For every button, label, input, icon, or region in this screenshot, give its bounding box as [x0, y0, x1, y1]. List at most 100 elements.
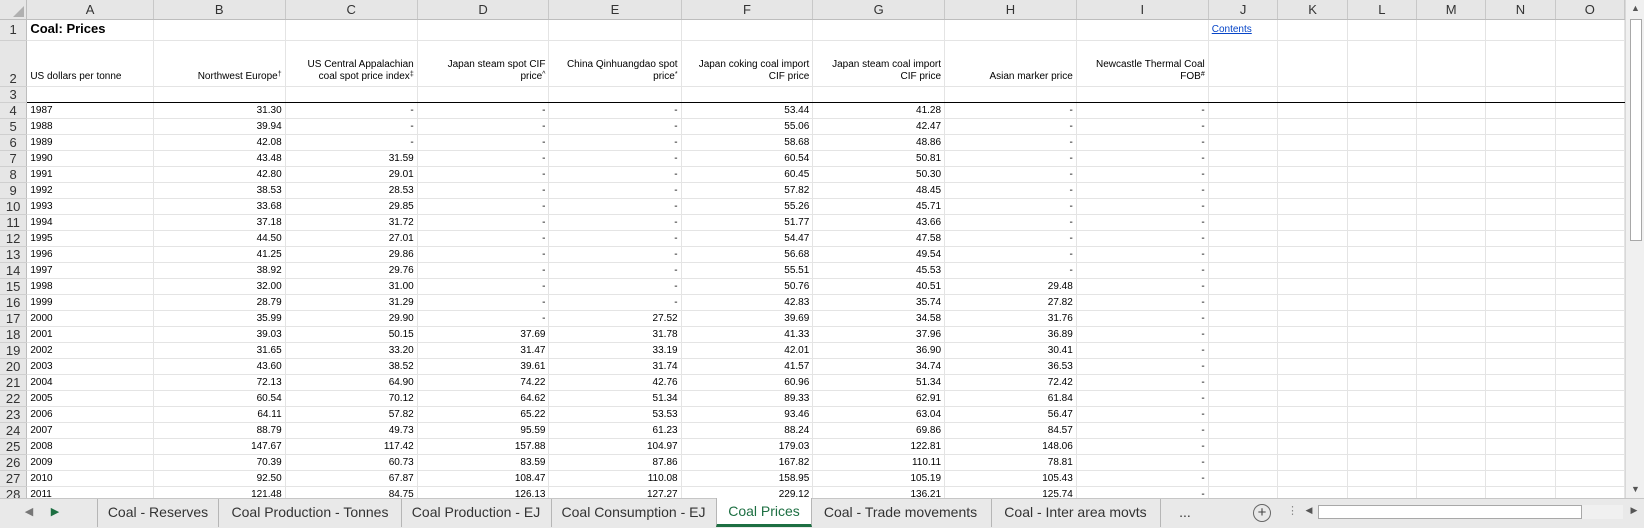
value-cell[interactable]: 70.39: [153, 454, 286, 471]
empty-cell[interactable]: [1347, 150, 1417, 167]
empty-cell[interactable]: [1208, 310, 1279, 327]
row-header[interactable]: 10: [0, 198, 28, 215]
value-cell[interactable]: -: [944, 214, 1077, 231]
empty-cell[interactable]: [1208, 390, 1279, 407]
empty-cell[interactable]: [1277, 246, 1348, 263]
empty-cell[interactable]: [1347, 118, 1417, 135]
empty-cell[interactable]: [1416, 422, 1487, 439]
value-cell[interactable]: 42.76: [548, 374, 682, 391]
value-cell[interactable]: 84.75: [285, 486, 418, 498]
empty-cell[interactable]: [1555, 166, 1625, 183]
empty-cell[interactable]: [1277, 262, 1348, 279]
year-cell[interactable]: 1994: [26, 214, 154, 231]
row-header[interactable]: 15: [0, 278, 28, 295]
value-cell[interactable]: -: [548, 102, 682, 119]
empty-cell[interactable]: [1416, 310, 1487, 327]
value-cell[interactable]: 29.01: [285, 166, 418, 183]
value-cell[interactable]: 51.34: [812, 374, 946, 391]
value-cell[interactable]: -: [1076, 294, 1209, 311]
empty-cell[interactable]: [1208, 198, 1279, 215]
empty-cell[interactable]: [1416, 230, 1487, 247]
empty-cell[interactable]: [1485, 358, 1556, 375]
empty-cell[interactable]: [1416, 134, 1487, 151]
value-cell[interactable]: -: [1076, 246, 1209, 263]
value-cell[interactable]: 43.60: [153, 358, 286, 375]
value-cell[interactable]: -: [1076, 422, 1209, 439]
year-cell[interactable]: 1993: [26, 198, 154, 215]
row-header[interactable]: 3: [0, 86, 28, 103]
value-cell[interactable]: 60.45: [681, 166, 814, 183]
value-cell[interactable]: 48.86: [812, 134, 946, 151]
empty-cell[interactable]: [1416, 118, 1487, 135]
row-header[interactable]: 16: [0, 294, 28, 311]
empty-cell[interactable]: [1485, 438, 1556, 455]
year-cell[interactable]: 1991: [26, 166, 154, 183]
empty-cell[interactable]: [1347, 422, 1417, 439]
value-cell[interactable]: 125.74: [944, 486, 1077, 498]
value-cell[interactable]: 57.82: [285, 406, 418, 423]
empty-cell[interactable]: [1277, 326, 1348, 343]
empty-cell[interactable]: [1277, 230, 1348, 247]
empty-cell[interactable]: [1208, 454, 1279, 471]
value-cell[interactable]: -: [417, 310, 550, 327]
empty-cell[interactable]: [1347, 406, 1417, 423]
row-header[interactable]: 21: [0, 374, 28, 391]
empty-cell[interactable]: [1208, 166, 1279, 183]
year-cell[interactable]: 2006: [26, 406, 154, 423]
year-cell[interactable]: 2003: [26, 358, 154, 375]
empty-cell[interactable]: [1416, 438, 1487, 455]
empty-cell[interactable]: [1208, 358, 1279, 375]
value-cell[interactable]: 29.90: [285, 310, 418, 327]
value-cell[interactable]: 47.58: [812, 230, 946, 247]
empty-cell[interactable]: [1555, 358, 1625, 375]
value-cell[interactable]: 28.53: [285, 182, 418, 199]
value-cell[interactable]: 55.06: [681, 118, 814, 135]
empty-cell[interactable]: [1555, 342, 1625, 359]
value-cell[interactable]: -: [1076, 406, 1209, 423]
value-cell[interactable]: -: [548, 246, 682, 263]
empty-cell[interactable]: [1277, 422, 1348, 439]
empty-cell[interactable]: [1416, 326, 1487, 343]
value-cell[interactable]: -: [548, 150, 682, 167]
value-cell[interactable]: -: [417, 214, 550, 231]
add-sheet-icon[interactable]: +: [1253, 504, 1271, 522]
value-cell[interactable]: 104.97: [548, 438, 682, 455]
value-cell[interactable]: -: [944, 150, 1077, 167]
row-header[interactable]: 8: [0, 166, 28, 183]
empty-cell[interactable]: [1416, 102, 1487, 119]
empty-cell[interactable]: [1485, 166, 1556, 183]
value-cell[interactable]: 60.54: [681, 150, 814, 167]
row-header[interactable]: 20: [0, 358, 28, 375]
value-cell[interactable]: -: [548, 182, 682, 199]
empty-cell[interactable]: [1208, 438, 1279, 455]
empty-cell[interactable]: [1416, 262, 1487, 279]
year-cell[interactable]: 2002: [26, 342, 154, 359]
value-cell[interactable]: -: [417, 246, 550, 263]
value-cell[interactable]: 53.44: [681, 102, 814, 119]
empty-cell[interactable]: [1555, 262, 1625, 279]
empty-cell[interactable]: [1485, 342, 1556, 359]
value-cell[interactable]: 95.59: [417, 422, 550, 439]
value-cell[interactable]: 54.47: [681, 230, 814, 247]
column-header-h[interactable]: H: [944, 0, 1077, 20]
column-header-o[interactable]: O: [1555, 0, 1625, 20]
value-cell[interactable]: 65.22: [417, 406, 550, 423]
value-cell[interactable]: -: [548, 134, 682, 151]
empty-cell[interactable]: [1485, 230, 1556, 247]
empty-cell[interactable]: [1347, 390, 1417, 407]
value-cell[interactable]: 78.81: [944, 454, 1077, 471]
empty-cell[interactable]: [1208, 342, 1279, 359]
value-cell[interactable]: 89.33: [681, 390, 814, 407]
value-cell[interactable]: -: [1076, 230, 1209, 247]
year-cell[interactable]: 2000: [26, 310, 154, 327]
value-cell[interactable]: 56.68: [681, 246, 814, 263]
value-cell[interactable]: 42.01: [681, 342, 814, 359]
value-cell[interactable]: -: [1076, 454, 1209, 471]
vertical-scrollbar[interactable]: ▲ ▼: [1625, 0, 1644, 498]
value-cell[interactable]: 50.76: [681, 278, 814, 295]
empty-cell[interactable]: [1555, 182, 1625, 199]
value-cell[interactable]: -: [548, 214, 682, 231]
value-cell[interactable]: 117.42: [285, 438, 418, 455]
value-cell[interactable]: 83.59: [417, 454, 550, 471]
value-cell[interactable]: 29.48: [944, 278, 1077, 295]
